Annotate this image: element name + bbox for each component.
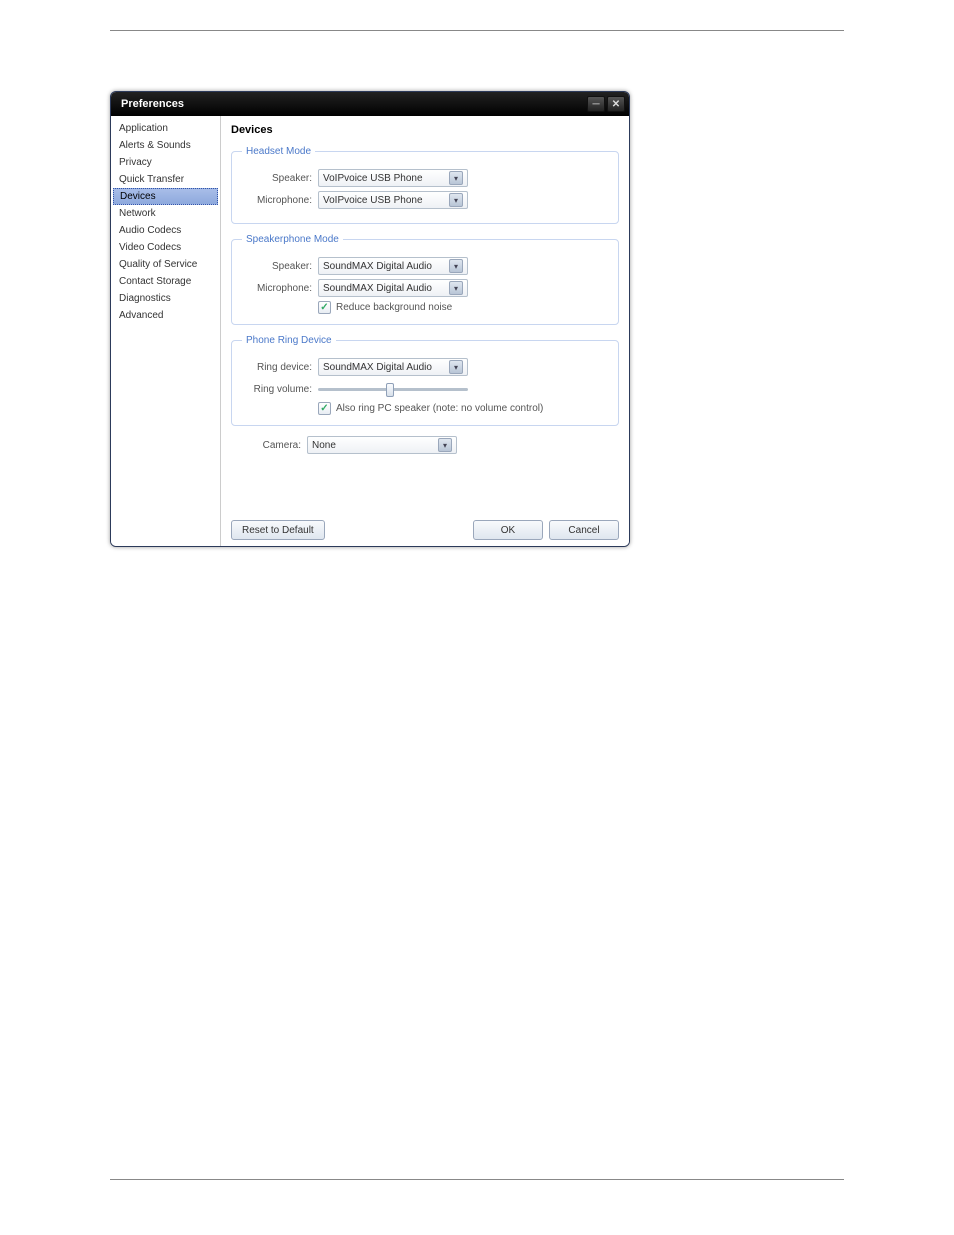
ring-legend: Phone Ring Device [242, 335, 336, 346]
close-button[interactable]: ✕ [607, 96, 625, 112]
sidebar-item-quality-of-service[interactable]: Quality of Service [111, 256, 220, 273]
chevron-down-icon: ▾ [438, 438, 452, 452]
camera-dropdown[interactable]: None ▾ [307, 436, 457, 454]
sidebar-item-audio-codecs[interactable]: Audio Codecs [111, 222, 220, 239]
sidebar-item-contact-storage[interactable]: Contact Storage [111, 273, 220, 290]
headset-mic-dropdown[interactable]: VoIPvoice USB Phone ▾ [318, 191, 468, 209]
preferences-window: Preferences ─ ✕ Application Alerts & Sou… [110, 91, 630, 547]
speakerphone-speaker-label: Speaker: [242, 261, 312, 272]
sidebar-item-diagnostics[interactable]: Diagnostics [111, 290, 220, 307]
minimize-button[interactable]: ─ [587, 96, 605, 112]
headset-mode-group: Headset Mode Speaker: VoIPvoice USB Phon… [231, 146, 619, 224]
dialog-footer: Reset to Default OK Cancel [231, 514, 619, 540]
camera-label: Camera: [231, 440, 301, 451]
chevron-down-icon: ▾ [449, 193, 463, 207]
ring-volume-slider[interactable] [318, 380, 468, 398]
cancel-button[interactable]: Cancel [549, 520, 619, 540]
chevron-down-icon: ▾ [449, 259, 463, 273]
ring-device-label: Ring device: [242, 362, 312, 373]
speakerphone-mode-group: Speakerphone Mode Speaker: SoundMAX Digi… [231, 234, 619, 325]
reduce-noise-checkbox[interactable]: ✓ [318, 301, 331, 314]
sidebar-item-application[interactable]: Application [111, 120, 220, 137]
sidebar-item-devices[interactable]: Devices [113, 188, 218, 205]
titlebar[interactable]: Preferences ─ ✕ [111, 92, 629, 116]
panel-title: Devices [231, 124, 619, 136]
headset-mic-label: Microphone: [242, 195, 312, 206]
headset-speaker-dropdown[interactable]: VoIPvoice USB Phone ▾ [318, 169, 468, 187]
speakerphone-mic-dropdown[interactable]: SoundMAX Digital Audio ▾ [318, 279, 468, 297]
reduce-noise-label: Reduce background noise [336, 302, 452, 313]
sidebar-item-privacy[interactable]: Privacy [111, 154, 220, 171]
sidebar-item-network[interactable]: Network [111, 205, 220, 222]
window-title: Preferences [121, 98, 585, 110]
phone-ring-device-group: Phone Ring Device Ring device: SoundMAX … [231, 335, 619, 426]
sidebar-item-advanced[interactable]: Advanced [111, 307, 220, 324]
ok-button[interactable]: OK [473, 520, 543, 540]
also-ring-pc-speaker-label: Also ring PC speaker (note: no volume co… [336, 403, 543, 414]
headset-legend: Headset Mode [242, 146, 315, 157]
ring-device-dropdown[interactable]: SoundMAX Digital Audio ▾ [318, 358, 468, 376]
slider-thumb[interactable] [386, 383, 394, 397]
sidebar-item-quick-transfer[interactable]: Quick Transfer [111, 171, 220, 188]
chevron-down-icon: ▾ [449, 281, 463, 295]
headset-speaker-label: Speaker: [242, 173, 312, 184]
chevron-down-icon: ▾ [449, 360, 463, 374]
ring-volume-label: Ring volume: [242, 384, 312, 395]
speakerphone-speaker-dropdown[interactable]: SoundMAX Digital Audio ▾ [318, 257, 468, 275]
sidebar: Application Alerts & Sounds Privacy Quic… [111, 116, 221, 546]
chevron-down-icon: ▾ [449, 171, 463, 185]
speakerphone-legend: Speakerphone Mode [242, 234, 343, 245]
speakerphone-mic-label: Microphone: [242, 283, 312, 294]
sidebar-item-alerts-sounds[interactable]: Alerts & Sounds [111, 137, 220, 154]
main-panel: Devices Headset Mode Speaker: VoIPvoice … [221, 116, 629, 546]
also-ring-pc-speaker-checkbox[interactable]: ✓ [318, 402, 331, 415]
sidebar-item-video-codecs[interactable]: Video Codecs [111, 239, 220, 256]
reset-to-default-button[interactable]: Reset to Default [231, 520, 325, 540]
